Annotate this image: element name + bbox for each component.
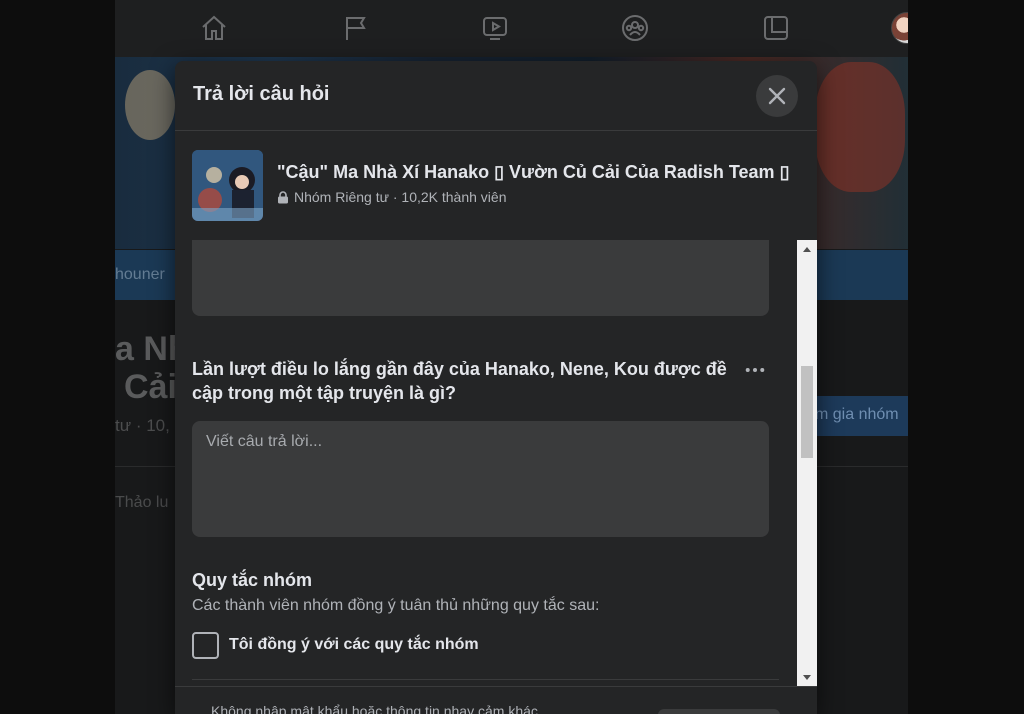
question-text: Lần lượt điều lo lắng gần đây của Hanako… bbox=[192, 359, 727, 403]
dialog-scrollbar[interactable] bbox=[797, 240, 817, 686]
join-group-label: m gia nhóm bbox=[815, 406, 899, 423]
answer-questions-dialog: Trả lời câu hỏi "Cậu" Ma Nhà Xí Hanako ▯… bbox=[175, 61, 817, 714]
group-meta: Nhóm Riêng tư · 10,2K thành viên bbox=[277, 189, 507, 205]
group-name[interactable]: "Cậu" Ma Nhà Xí Hanako ▯ Vườn Củ Cải Của… bbox=[277, 162, 789, 183]
groups-icon[interactable] bbox=[618, 12, 652, 44]
scrollbar-thumb[interactable] bbox=[801, 366, 813, 458]
answer-input[interactable] bbox=[192, 421, 769, 537]
dialog-scroll-content: Lần lượt điều lo lắng gần đây của Hanako… bbox=[175, 240, 817, 686]
agree-rules-checkbox[interactable] bbox=[192, 631, 219, 659]
previous-answer-field[interactable] bbox=[192, 240, 769, 316]
close-button[interactable] bbox=[756, 75, 798, 117]
privacy-warning: Không nhập mật khẩu hoặc thông tin nhạy … bbox=[211, 703, 538, 714]
gaming-icon[interactable] bbox=[759, 12, 793, 44]
submit-button[interactable] bbox=[658, 709, 780, 714]
home-icon[interactable] bbox=[197, 12, 231, 44]
group-privacy-members: Nhóm Riêng tư · 10,2K thành viên bbox=[294, 189, 507, 205]
more-dots-icon bbox=[745, 368, 765, 372]
background-group-meta: tư · 10, bbox=[115, 416, 170, 435]
left-letterbox bbox=[0, 0, 115, 714]
cover-decoration bbox=[815, 62, 905, 192]
lock-icon bbox=[278, 190, 288, 203]
agree-rules-checkbox-row[interactable]: Tôi đồng ý với các quy tắc nhóm bbox=[192, 631, 479, 659]
more-options-button[interactable] bbox=[740, 358, 770, 382]
dialog-footer: Không nhập mật khẩu hoặc thông tin nhạy … bbox=[175, 686, 817, 714]
cover-decoration bbox=[125, 70, 175, 140]
profile-avatar[interactable] bbox=[891, 12, 908, 44]
dialog-title: Trả lời câu hỏi bbox=[193, 83, 330, 105]
scroll-down-arrow-icon[interactable] bbox=[797, 668, 817, 686]
pages-flag-icon[interactable] bbox=[338, 12, 372, 44]
dialog-header: Trả lời câu hỏi bbox=[175, 61, 817, 131]
group-rules-heading: Quy tắc nhóm bbox=[192, 570, 313, 590]
group-thumbnail bbox=[192, 150, 263, 221]
divider bbox=[192, 679, 779, 680]
group-info: "Cậu" Ma Nhà Xí Hanako ▯ Vườn Củ Cải Của… bbox=[175, 132, 817, 240]
tab-discussion[interactable]: Thảo lu bbox=[115, 494, 168, 512]
group-rules-description: Các thành viên nhóm đồng ý tuân thủ nhữn… bbox=[192, 597, 600, 614]
banner-text: houner bbox=[115, 266, 165, 283]
scroll-up-arrow-icon[interactable] bbox=[797, 240, 817, 258]
close-icon bbox=[768, 87, 786, 105]
agree-rules-label: Tôi đồng ý với các quy tắc nhóm bbox=[229, 636, 479, 653]
watch-icon[interactable] bbox=[478, 12, 512, 44]
right-letterbox bbox=[908, 0, 1024, 714]
top-navigation-bar bbox=[115, 0, 908, 57]
